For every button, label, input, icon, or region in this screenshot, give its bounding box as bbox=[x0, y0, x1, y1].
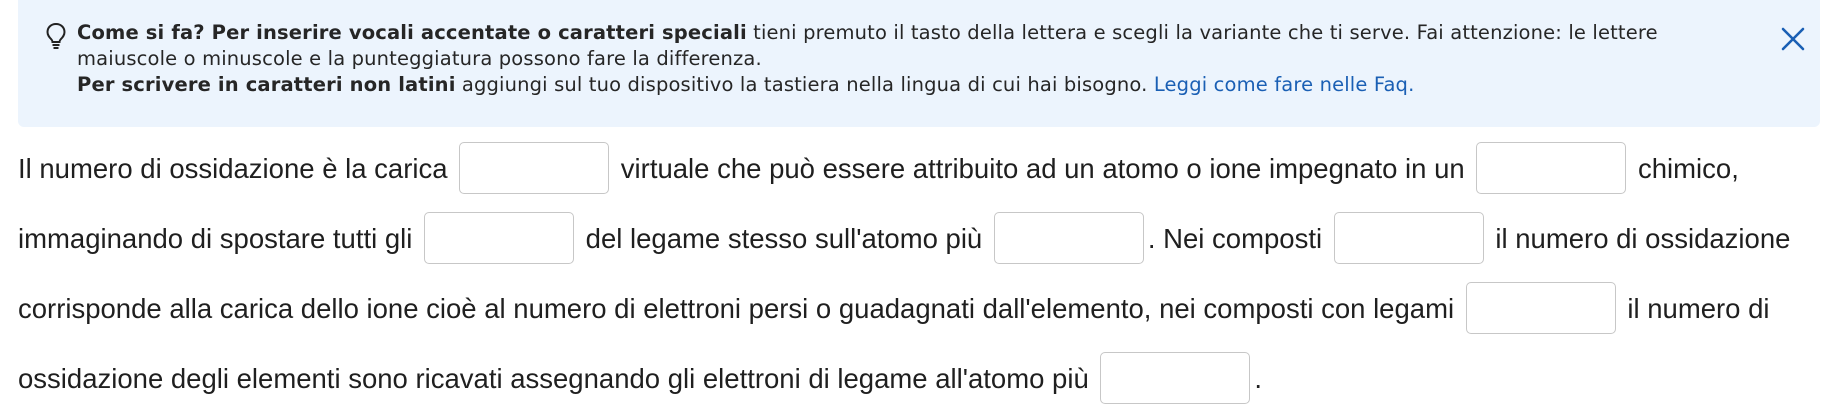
hint-line1-bold: Come si fa? Per inserire vocali accentat… bbox=[77, 21, 747, 44]
blank-input-5[interactable] bbox=[1333, 211, 1484, 264]
hint-line2-rest: aggiungi sul tuo dispositivo la tastiera… bbox=[455, 73, 1154, 96]
exercise-line-3: corrisponde alla carica dello ione cioè … bbox=[18, 274, 1838, 344]
text-segment: . bbox=[1254, 363, 1263, 394]
text-segment: del legame stesso sull'atomo più bbox=[578, 223, 990, 254]
close-icon[interactable] bbox=[1778, 24, 1808, 54]
blank-input-6[interactable] bbox=[1465, 281, 1616, 334]
lightbulb-icon bbox=[46, 22, 66, 49]
hint-banner: Come si fa? Per inserire vocali accentat… bbox=[18, 0, 1820, 127]
faq-link[interactable]: Leggi come fare nelle Faq. bbox=[1154, 73, 1415, 96]
text-segment: virtuale che può essere attribuito ad un… bbox=[613, 153, 1473, 184]
exercise-line-1: Il numero di ossidazione è la carica vir… bbox=[18, 134, 1838, 204]
blank-input-1[interactable] bbox=[459, 141, 610, 194]
text-segment: corrisponde alla carica dello ione cioè … bbox=[18, 293, 1462, 324]
blank-input-4[interactable] bbox=[993, 211, 1144, 264]
hint-text: Come si fa? Per inserire vocali accentat… bbox=[77, 20, 1737, 98]
text-segment: il numero di bbox=[1619, 293, 1770, 324]
text-segment: . Nei composti bbox=[1147, 223, 1330, 254]
text-segment: Il numero di ossidazione è la carica bbox=[18, 153, 456, 184]
exercise-line-4: ossidazione degli elementi sono ricavati… bbox=[18, 344, 1838, 414]
cloze-exercise: Il numero di ossidazione è la carica vir… bbox=[18, 134, 1838, 414]
blank-input-2[interactable] bbox=[1476, 141, 1627, 194]
text-segment: ossidazione degli elementi sono ricavati… bbox=[18, 363, 1097, 394]
blank-input-7[interactable] bbox=[1100, 351, 1251, 404]
text-segment: immaginando di spostare tutti gli bbox=[18, 223, 421, 254]
text-segment: il numero di ossidazione bbox=[1487, 223, 1791, 254]
hint-line2-bold: Per scrivere in caratteri non latini bbox=[77, 73, 456, 96]
text-segment: chimico, bbox=[1630, 153, 1739, 184]
blank-input-3[interactable] bbox=[424, 211, 575, 264]
exercise-line-2: immaginando di spostare tutti gli del le… bbox=[18, 204, 1838, 274]
